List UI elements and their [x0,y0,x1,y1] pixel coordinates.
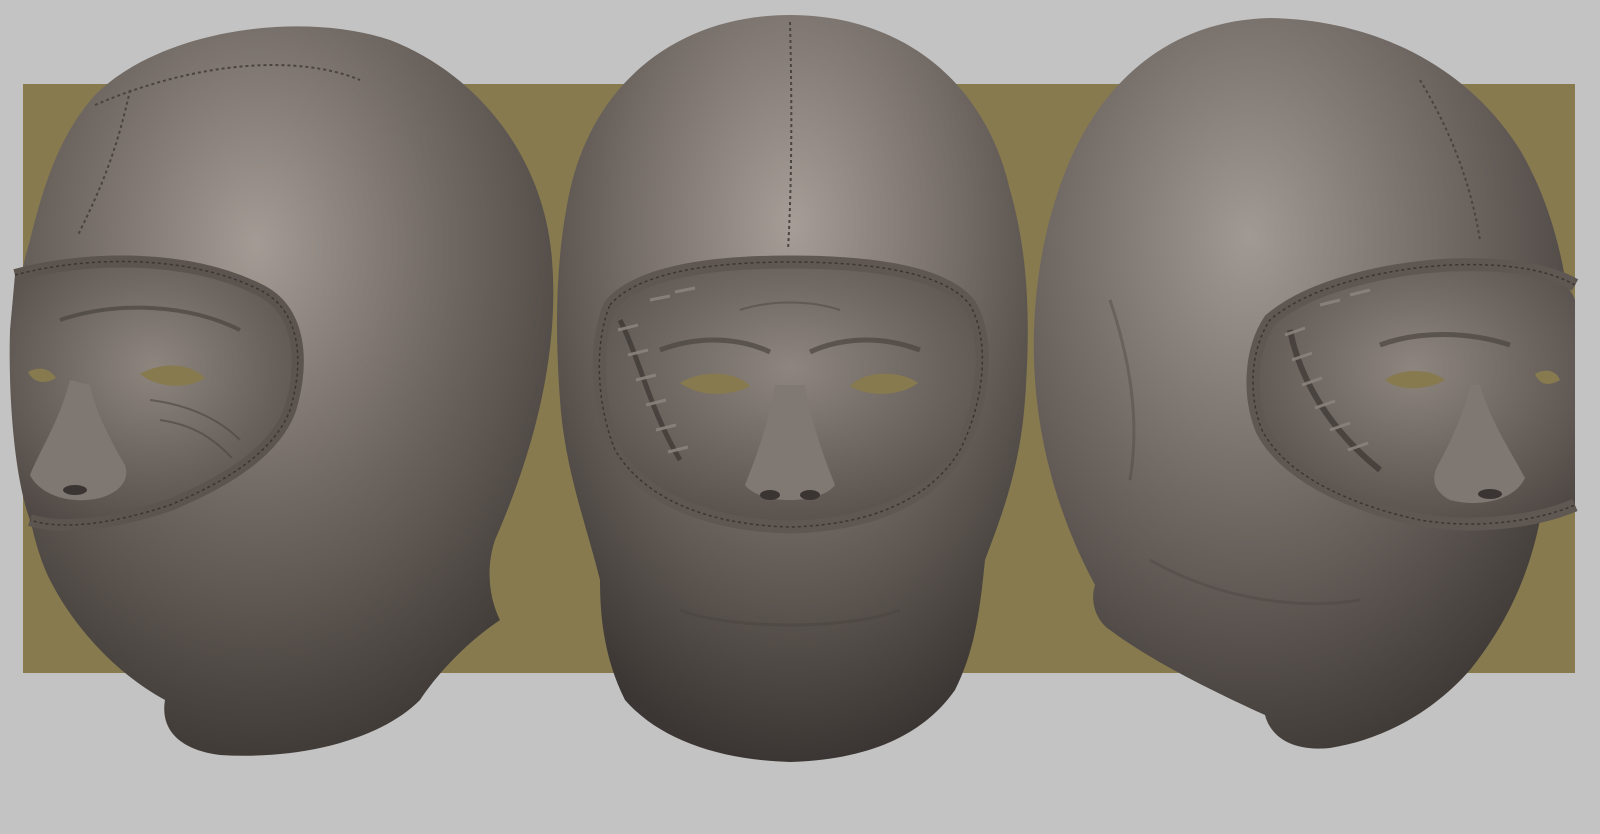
render-canvas [0,0,1600,834]
left-three-quarter-view [9,26,554,756]
front-view [557,15,1028,762]
right-three-quarter-view [1033,18,1579,749]
head-views [9,15,1579,762]
